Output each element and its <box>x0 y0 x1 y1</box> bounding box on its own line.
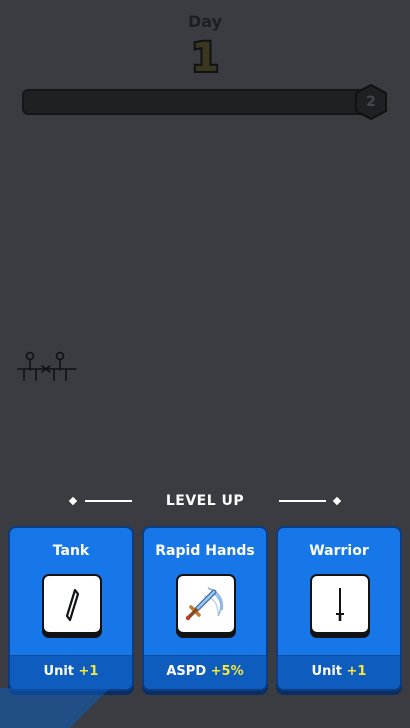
card-title: Tank <box>52 543 90 559</box>
card-icon-frame <box>42 574 102 634</box>
sword-icon <box>336 588 344 621</box>
card-title: Warrior <box>309 543 369 559</box>
card-stat: ASPD +5% <box>144 664 266 679</box>
shield-icon <box>65 588 80 622</box>
corner-shadow <box>0 688 110 728</box>
stat-label: Unit <box>43 664 74 679</box>
stat-label: ASPD <box>166 664 207 679</box>
card-footer: Unit +1 <box>278 655 400 689</box>
next-day-number: 2 <box>366 94 376 110</box>
card-stat: Unit +1 <box>10 664 132 679</box>
card-title: Rapid Hands <box>155 543 255 559</box>
stat-bonus: +5% <box>210 664 244 679</box>
sword-swing-icon <box>185 587 224 621</box>
stickman-squad-sprite <box>17 351 77 381</box>
card-icon-frame <box>310 574 370 634</box>
level-up-header: LEVEL UP <box>0 490 410 512</box>
day-label: Day <box>187 12 222 31</box>
stat-bonus: +1 <box>346 664 367 679</box>
day-number: 1 <box>0 33 410 83</box>
stat-bonus: +1 <box>78 664 99 679</box>
upgrade-card-warrior[interactable]: Warrior Unit +1 <box>276 526 402 691</box>
upgrade-card-tank[interactable]: Tank Unit +1 <box>8 526 134 691</box>
card-stat: Unit +1 <box>278 664 400 679</box>
next-day-badge: 2 <box>353 84 389 120</box>
day-number-value: 1 <box>189 33 221 83</box>
level-up-title: LEVEL UP <box>165 493 245 509</box>
card-footer: Unit +1 <box>10 655 132 689</box>
divider <box>279 500 326 502</box>
day-progress-bar <box>22 89 367 115</box>
stat-label: Unit <box>311 664 342 679</box>
upgrade-card-rapid-hands[interactable]: Rapid Hands ASPD +5% <box>142 526 268 691</box>
card-icon-frame <box>176 574 236 634</box>
card-footer: ASPD +5% <box>144 655 266 689</box>
